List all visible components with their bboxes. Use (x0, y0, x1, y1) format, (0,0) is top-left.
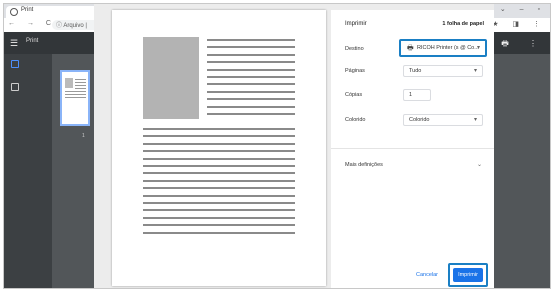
preview-text-line (143, 150, 295, 153)
preview-text-line (207, 83, 295, 86)
destination-select[interactable]: 🖶 RICOH Printer (s @ Co... ▾ (399, 39, 487, 57)
print-title: Imprimir (345, 21, 367, 27)
destination-value: RICOH Printer (s @ Co... (417, 45, 479, 51)
thumbnail-line (65, 91, 86, 92)
preview-text-line (143, 224, 295, 227)
thumbnail-image (65, 78, 73, 88)
destination-label: Destino (345, 46, 364, 52)
printer-icon: 🖶 (407, 45, 414, 52)
pages-select[interactable]: Tudo ▾ (403, 65, 483, 77)
preview-text-line (143, 142, 295, 145)
chevron-down-icon[interactable]: ⌄ (477, 161, 482, 168)
browser-window: Print × + ⌄ ‒ ▫ ← → C ⓘ Arquivo | < ☆ ★ … (3, 3, 551, 289)
page-thumbnail[interactable] (60, 70, 90, 126)
site-info-icon[interactable]: ⓘ Arquivo | (56, 20, 87, 29)
preview-image (143, 37, 199, 119)
more-settings[interactable]: Mais definições (345, 162, 383, 168)
menu-icon[interactable]: ☰ (10, 38, 18, 49)
sheet-count: 1 folha de papel (442, 21, 484, 27)
preview-text-line (207, 76, 295, 78)
preview-text-line (207, 39, 295, 41)
print-button[interactable]: Imprimir (453, 268, 483, 282)
preview-text-line (143, 165, 295, 167)
preview-text-line (143, 216, 295, 219)
pages-label: Páginas (345, 68, 365, 74)
copies-input[interactable]: 1 (403, 89, 431, 101)
globe-icon (10, 8, 18, 16)
viewer-title: Print (26, 38, 39, 44)
thumbnail-line (75, 82, 86, 83)
preview-text-line (143, 209, 295, 212)
preview-text-line (207, 68, 295, 71)
color-label: Colorido (345, 117, 366, 123)
preview-text-line (143, 157, 295, 160)
preview-text-line (143, 135, 295, 138)
preview-text-line (143, 231, 295, 234)
preview-text-line (143, 179, 295, 182)
window-controls[interactable]: ⌄ ‒ ▫ (500, 5, 546, 13)
thumbnail-line (75, 88, 86, 89)
preview-text-line (143, 172, 295, 175)
color-value: Colorido (409, 117, 430, 123)
tab-title: Print (21, 7, 34, 13)
preview-text-line (207, 46, 295, 49)
thumbnails-icon[interactable] (11, 60, 19, 68)
preview-text-line (207, 98, 295, 101)
preview-text-line (207, 90, 295, 93)
thumbnail-line (65, 97, 86, 98)
copies-value: 1 (409, 92, 413, 98)
pages-value: Tudo (409, 68, 422, 74)
preview-text-line (207, 53, 295, 56)
chevron-down-icon: ▾ (473, 68, 477, 74)
viewer-sidebar (4, 54, 52, 288)
preview-text-line (207, 61, 295, 64)
thumbnail-line (75, 85, 86, 86)
divider (331, 148, 494, 149)
outline-icon[interactable] (11, 83, 19, 91)
copies-label: Cópias (345, 92, 363, 98)
print-preview-page (112, 10, 326, 286)
thumbnail-page-number: 1 (82, 133, 85, 139)
print-button-highlight: Imprimir (448, 263, 488, 287)
preview-text-line (143, 128, 295, 130)
cancel-button[interactable]: Cancelar (416, 272, 438, 278)
preview-text-line (207, 113, 295, 115)
print-settings-panel: Imprimir 1 folha de papel Destino 🖶 RICO… (331, 10, 494, 288)
preview-text-line (207, 105, 295, 108)
preview-text-line (143, 194, 295, 197)
chevron-down-icon: ▾ (473, 117, 477, 123)
thumbnail-line (65, 94, 86, 95)
preview-text-line (143, 202, 295, 204)
nav-buttons[interactable]: ← → C (8, 20, 56, 27)
chevron-down-icon: ▾ (476, 45, 480, 51)
preview-text-line (143, 187, 295, 190)
thumbnail-line (75, 79, 86, 80)
color-select[interactable]: Colorido ▾ (403, 114, 483, 126)
